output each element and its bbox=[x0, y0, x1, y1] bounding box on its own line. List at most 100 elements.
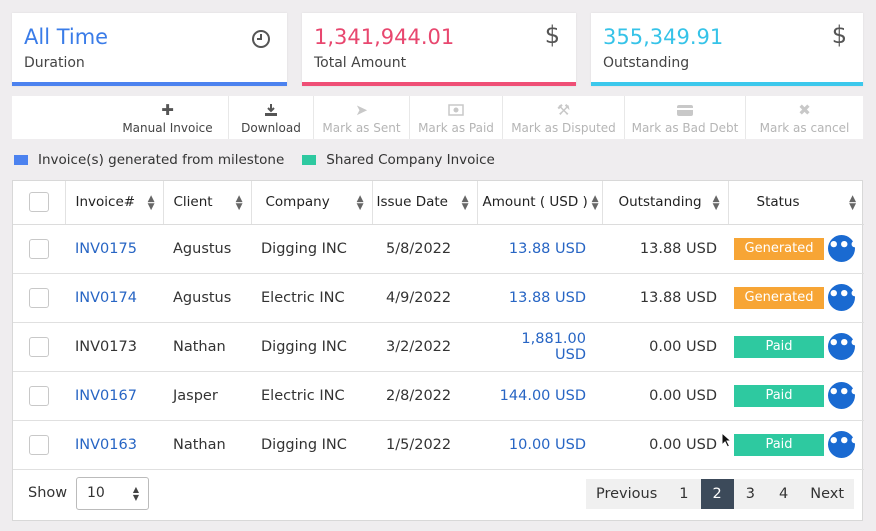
mark-cancel-label: Mark as cancel bbox=[759, 121, 850, 135]
table-footer: Show 10 ▲ ▼ Previous 1 2 3 4 Next bbox=[13, 467, 862, 521]
send-icon: ➤ bbox=[355, 101, 368, 119]
issue-date-cell: 2/8/2022 bbox=[372, 371, 477, 421]
sort-icon: ▲ ▼ bbox=[235, 194, 243, 212]
client-header-label: Client bbox=[173, 194, 213, 211]
previous-button[interactable]: Previous bbox=[586, 479, 667, 509]
invoice-number[interactable]: INV0175 bbox=[75, 241, 137, 257]
outstanding-value: 0.00 USD bbox=[649, 387, 717, 404]
invoice-number[interactable]: INV0174 bbox=[75, 290, 137, 306]
issue-date: 1/5/2022 bbox=[386, 436, 452, 453]
select-all-header bbox=[13, 181, 66, 225]
row-checkbox-cell bbox=[13, 420, 65, 470]
issue-date-header[interactable]: Issue Date ▲ ▼ bbox=[372, 181, 478, 225]
status-header[interactable]: Status ▲ ▼ bbox=[728, 181, 864, 225]
row-checkbox[interactable] bbox=[29, 238, 49, 259]
select-all-checkbox[interactable] bbox=[29, 192, 49, 213]
invoice-header[interactable]: Invoice# ▲ ▼ bbox=[65, 181, 164, 225]
issue-date: 3/2/2022 bbox=[386, 338, 452, 355]
row-checkbox[interactable] bbox=[29, 287, 49, 308]
page-1-button[interactable]: 1 bbox=[667, 479, 700, 509]
sort-icon: ▲ ▼ bbox=[147, 194, 155, 212]
download-button[interactable]: Download bbox=[229, 96, 314, 139]
mark-disputed-label: Mark as Disputed bbox=[511, 121, 616, 135]
manual-invoice-button[interactable]: ✚ Manual Invoice bbox=[12, 96, 229, 139]
amount-value[interactable]: 13.88 USD bbox=[509, 241, 586, 257]
manual-invoice-label: Manual Invoice bbox=[122, 121, 213, 135]
client-cell: Nathan bbox=[163, 322, 251, 372]
row-checkbox[interactable] bbox=[29, 434, 49, 455]
outstanding-value: 355,349.91 bbox=[603, 25, 724, 49]
outstanding-header[interactable]: Outstanding ▲ ▼ bbox=[602, 181, 729, 225]
invoice-cell[interactable]: INV0163 bbox=[65, 420, 163, 470]
legend-milestone-swatch bbox=[14, 155, 28, 165]
invoice-number[interactable]: INV0163 bbox=[75, 437, 137, 453]
row-checkbox-cell bbox=[13, 322, 65, 372]
client-cell: Jasper bbox=[163, 371, 251, 421]
company-header[interactable]: Company ▲ ▼ bbox=[251, 181, 373, 225]
table-header-row: Invoice# ▲ ▼ Client ▲ ▼ Company ▲ ▼ Issue Date… bbox=[13, 181, 864, 225]
client-name: Agustus bbox=[173, 240, 232, 257]
amount-header[interactable]: Amount ( USD ) ▲ ▼ bbox=[477, 181, 603, 225]
page-4-button[interactable]: 4 bbox=[767, 479, 800, 509]
plus-icon: ✚ bbox=[161, 101, 174, 119]
outstanding-cell: 13.88 USD bbox=[602, 273, 728, 323]
close-icon: ✖ bbox=[798, 101, 811, 119]
duration-bar bbox=[12, 82, 287, 86]
row-checkbox-cell bbox=[13, 224, 65, 274]
total-amount-card: 1,341,944.01 Total Amount $ bbox=[302, 13, 576, 86]
mark-sent-button[interactable]: ➤ Mark as Sent bbox=[314, 96, 410, 139]
invoice-cell[interactable]: INV0175 bbox=[65, 224, 163, 274]
row-checkbox[interactable] bbox=[29, 336, 49, 357]
more-options-icon[interactable]: ••• bbox=[828, 382, 861, 409]
more-options-icon[interactable]: ••• bbox=[828, 333, 861, 360]
company-cell: Digging INC bbox=[251, 420, 372, 470]
invoice-table: Invoice# ▲ ▼ Client ▲ ▼ Company ▲ ▼ Issue Date… bbox=[13, 181, 864, 470]
mark-paid-button[interactable]: Mark as Paid bbox=[410, 96, 503, 139]
more-options-icon[interactable]: ••• bbox=[828, 235, 861, 262]
company-name: Digging INC bbox=[261, 436, 347, 453]
invoice-number: INV0173 bbox=[75, 338, 137, 355]
status-cell: Paid ••• bbox=[728, 371, 864, 421]
company-cell: Electric INC bbox=[251, 371, 372, 421]
page-3-button[interactable]: 3 bbox=[734, 479, 767, 509]
sort-icon: ▲ ▼ bbox=[591, 194, 599, 212]
sort-icon: ▲ ▼ bbox=[461, 194, 469, 212]
amount-value[interactable]: 10.00 USD bbox=[509, 437, 586, 453]
next-button[interactable]: Next bbox=[800, 479, 854, 509]
mark-bad-debt-button[interactable]: Mark as Bad Debt bbox=[625, 96, 746, 139]
invoice-header-label: Invoice# bbox=[75, 194, 136, 211]
outstanding-value: 0.00 USD bbox=[649, 436, 717, 453]
amount-value[interactable]: 13.88 USD bbox=[509, 290, 586, 306]
outstanding-bar bbox=[591, 82, 863, 86]
client-cell: Agustus bbox=[163, 273, 251, 323]
outstanding-cell: 13.88 USD bbox=[602, 224, 728, 274]
amount-cell: 1,881.00 USD bbox=[477, 322, 602, 372]
more-options-icon[interactable]: ••• bbox=[828, 284, 861, 311]
outstanding-value: 13.88 USD bbox=[639, 289, 717, 306]
client-cell: Nathan bbox=[163, 420, 251, 470]
status-cell: Generated ••• bbox=[728, 224, 864, 274]
company-cell: Digging INC bbox=[251, 322, 372, 372]
amount-cell: 13.88 USD bbox=[477, 224, 602, 274]
mark-bad-debt-label: Mark as Bad Debt bbox=[631, 121, 739, 135]
mark-cancel-button[interactable]: ✖ Mark as cancel bbox=[746, 96, 863, 139]
mark-disputed-button[interactable]: ⚒ Mark as Disputed bbox=[503, 96, 625, 139]
status-badge: Paid bbox=[734, 433, 824, 456]
duration-label: Duration bbox=[24, 55, 85, 71]
amount-cell: 13.88 USD bbox=[477, 273, 602, 323]
invoice-cell[interactable]: INV0174 bbox=[65, 273, 163, 323]
page-size-select[interactable]: 10 ▲ ▼ bbox=[76, 477, 149, 510]
client-header[interactable]: Client ▲ ▼ bbox=[163, 181, 252, 225]
company-name: Digging INC bbox=[261, 338, 347, 355]
amount-value[interactable]: 144.00 USD bbox=[500, 388, 586, 404]
company-name: Electric INC bbox=[261, 387, 345, 404]
duration-card: All Time Duration bbox=[12, 13, 287, 86]
page-2-button[interactable]: 2 bbox=[700, 479, 734, 509]
more-options-icon[interactable]: ••• bbox=[828, 431, 861, 458]
gavel-icon: ⚒ bbox=[556, 101, 571, 119]
amount-value[interactable]: 1,881.00 USD bbox=[521, 331, 586, 363]
row-checkbox[interactable] bbox=[29, 385, 49, 406]
invoice-cell[interactable]: INV0167 bbox=[65, 371, 163, 421]
client-cell: Agustus bbox=[163, 224, 251, 274]
invoice-number[interactable]: INV0167 bbox=[75, 388, 137, 404]
